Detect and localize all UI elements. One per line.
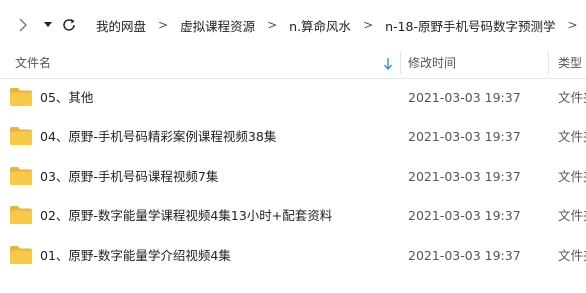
breadcrumb-item[interactable]: 我的网盘 [92, 16, 150, 35]
breadcrumb: 我的网盘 > 虚拟课程资源 > n.算命风水 > n-18-原野手机号码数字预测… [92, 10, 586, 40]
file-type: 文件夹 [558, 129, 586, 144]
file-row[interactable]: 02、原野-数字能量学课程视频4集13小时+配套资料 2021-03-03 19… [0, 201, 586, 231]
sort-down-icon[interactable] [383, 56, 393, 75]
folder-icon [10, 88, 32, 106]
breadcrumb-item[interactable]: n.算命风水 [285, 16, 355, 35]
file-type: 文件夹 [558, 208, 586, 223]
breadcrumb-separator-icon[interactable]: > [559, 18, 585, 32]
file-modified: 2021-03-03 19:37 [408, 90, 521, 105]
folder-icon [10, 246, 32, 264]
refresh-icon[interactable] [60, 16, 78, 34]
file-name[interactable]: 02、原野-数字能量学课程视频4集13小时+配套资料 [40, 201, 332, 231]
breadcrumb-item[interactable]: n-18-原野手机号码数字预测学 [381, 16, 559, 35]
file-row[interactable]: 05、其他 2021-03-03 19:37 文件夹 [0, 83, 586, 113]
file-modified: 2021-03-03 19:37 [408, 169, 521, 184]
breadcrumb-separator-icon: > [363, 18, 374, 32]
file-modified: 2021-03-03 19:37 [408, 208, 521, 223]
breadcrumb-item[interactable]: 虚拟课程资源 [176, 16, 259, 35]
file-row[interactable]: 01、原野-数字能量学介绍视频4集 2021-03-03 19:37 文件夹 [0, 241, 586, 271]
file-row[interactable]: 03、原野-手机号码课程视频7集 2021-03-03 19:37 文件夹 [0, 162, 586, 192]
file-name[interactable]: 01、原野-数字能量学介绍视频4集 [40, 241, 231, 271]
file-name[interactable]: 04、原野-手机号码精彩案例课程视频38集 [40, 122, 276, 152]
file-modified: 2021-03-03 19:37 [408, 129, 521, 144]
file-modified: 2021-03-03 19:37 [408, 248, 521, 263]
column-header-name[interactable]: 文件名 [15, 48, 51, 78]
folder-icon [10, 167, 32, 185]
column-header-type[interactable]: 类型 [558, 48, 582, 78]
chevron-right-icon[interactable] [14, 16, 32, 34]
file-type: 文件夹 [558, 169, 586, 184]
file-row[interactable]: 04、原野-手机号码精彩案例课程视频38集 2021-03-03 19:37 文… [0, 122, 586, 152]
column-header-modified[interactable]: 修改时间 [408, 48, 456, 78]
file-name[interactable]: 03、原野-手机号码课程视频7集 [40, 162, 218, 192]
chevron-down-icon[interactable] [42, 16, 54, 34]
folder-icon [10, 127, 32, 145]
file-type: 文件夹 [558, 90, 586, 105]
folder-icon [10, 206, 32, 224]
column-divider[interactable] [548, 52, 549, 74]
column-header: 文件名 修改时间 类型 [0, 48, 586, 79]
breadcrumb-separator-icon: > [158, 18, 169, 32]
file-type: 文件夹 [558, 248, 586, 263]
file-name[interactable]: 05、其他 [40, 83, 93, 113]
navigation-bar: 我的网盘 > 虚拟课程资源 > n.算命风水 > n-18-原野手机号码数字预测… [0, 0, 586, 48]
column-divider[interactable] [400, 52, 401, 74]
breadcrumb-separator-icon: > [267, 18, 278, 32]
